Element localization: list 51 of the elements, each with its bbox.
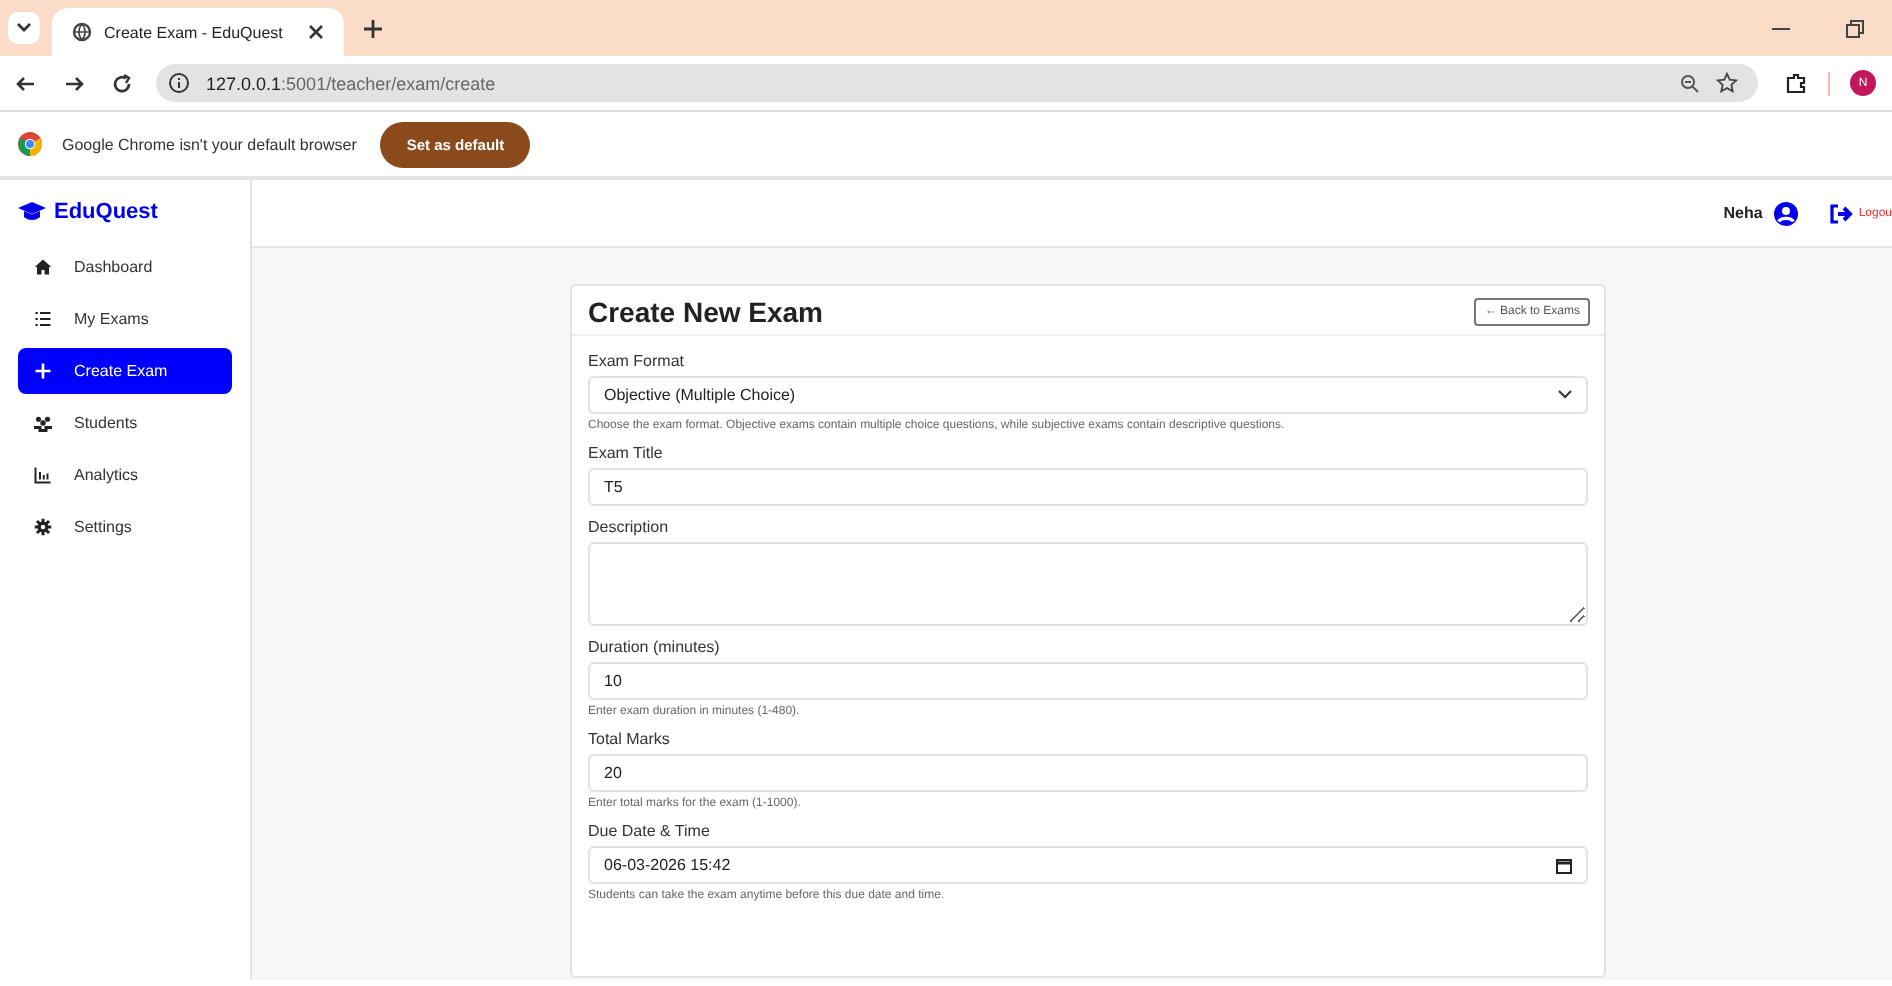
close-icon[interactable] (308, 24, 324, 40)
reload-icon[interactable] (112, 73, 132, 93)
exam-format-select[interactable]: Objective (Multiple Choice) (588, 376, 1588, 414)
restore-icon[interactable] (1846, 19, 1864, 37)
form-title: Create New Exam (588, 296, 824, 328)
new-tab-icon[interactable] (364, 19, 382, 37)
sidebar-item[interactable]: Dashboard (18, 244, 232, 290)
sidebar-item[interactable]: Analytics (18, 452, 232, 498)
field-label: Duration (minutes) (588, 638, 722, 656)
field-label: Due Date & Time (588, 822, 712, 840)
star-icon[interactable] (1716, 72, 1738, 94)
plus-icon (34, 362, 52, 380)
info-icon (168, 72, 190, 94)
globe-icon (72, 22, 92, 42)
address-bar[interactable]: 127.0.0.1:5001/teacher/exam/create (156, 64, 1758, 102)
list-icon (34, 310, 52, 328)
brand-name: EduQuest (54, 200, 158, 224)
chevron-down-icon (16, 22, 32, 34)
tab-list-button[interactable] (8, 12, 40, 44)
back-icon[interactable] (16, 73, 36, 93)
brand-logo[interactable]: EduQuest (0, 180, 250, 224)
infobar-message: Google Chrome isn't your default browser (62, 135, 357, 153)
settings-icon (34, 518, 52, 536)
zoom-icon[interactable] (1680, 73, 1700, 93)
user-avatar-icon[interactable] (1774, 201, 1799, 225)
puzzle-icon[interactable] (1786, 72, 1808, 94)
field-label: Description (588, 518, 671, 536)
url-text: 127.0.0.1:5001/teacher/exam/create (206, 73, 496, 93)
calendar-icon (1556, 857, 1572, 873)
date-time-field[interactable]: 06-03-2026 15:42 (588, 846, 1588, 884)
field-label: Total Marks (588, 730, 672, 748)
users-icon (34, 414, 52, 432)
sidebar-item[interactable]: Settings (18, 504, 232, 550)
input-field[interactable]: 10 (588, 662, 1588, 700)
browser-tab[interactable]: Create Exam - EduQuest (52, 8, 344, 56)
sidebar-item[interactable]: My Exams (18, 296, 232, 342)
chevron-down-icon (1558, 390, 1572, 400)
chart-icon (34, 466, 52, 484)
sidebar-item[interactable]: Create Exam (18, 348, 232, 394)
chrome-logo-icon (18, 132, 42, 156)
forward-icon[interactable] (64, 73, 84, 93)
tab-title: Create Exam - EduQuest (104, 23, 285, 41)
field-label: Exam Title (588, 444, 665, 462)
description-field[interactable] (588, 542, 1588, 626)
input-field[interactable]: T5 (588, 468, 1588, 506)
home-icon (34, 258, 52, 276)
graduation-cap-icon (18, 202, 46, 222)
user-name: Neha (1723, 204, 1763, 222)
field-label: Exam Format (588, 352, 687, 370)
input-field[interactable]: 20 (588, 754, 1588, 792)
sidebar-item[interactable]: Students (18, 400, 232, 446)
